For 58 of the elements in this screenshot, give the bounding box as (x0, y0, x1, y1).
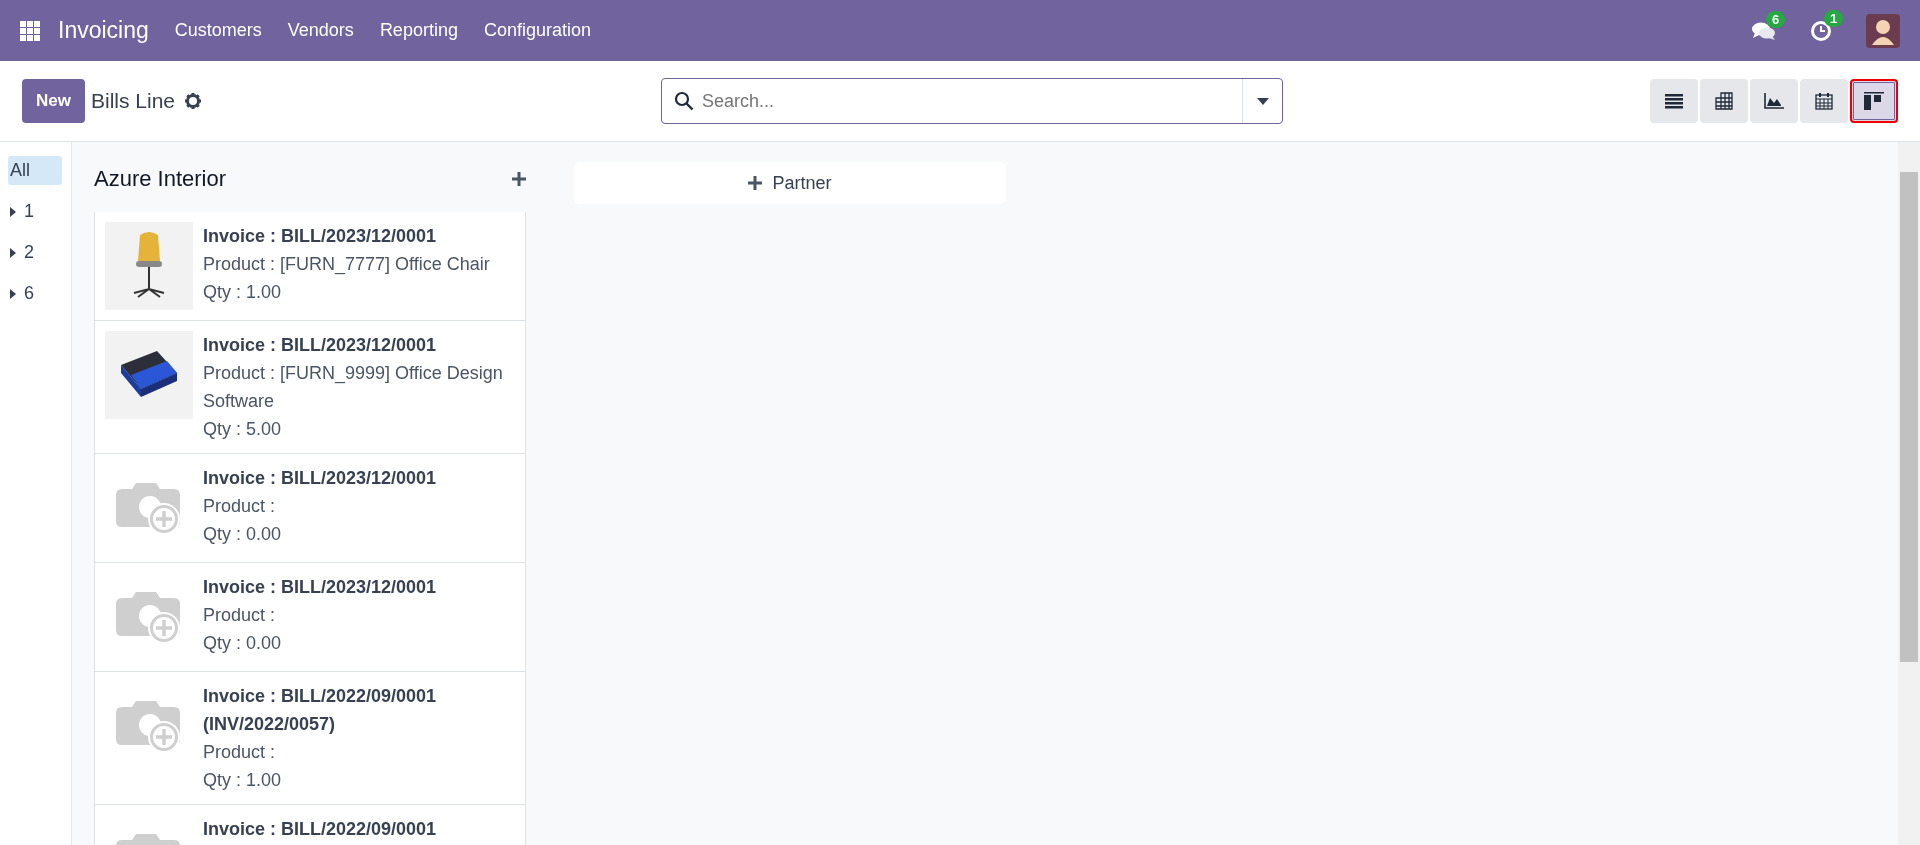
sidebar-item[interactable]: 2 (8, 238, 62, 267)
product-label: Product : (203, 741, 277, 764)
menu-item[interactable]: Customers (174, 20, 262, 41)
product-label: Product : (203, 495, 277, 518)
quantity-label: Qty : 5.00 (203, 418, 283, 441)
quantity-label: Qty : 1.00 (203, 769, 283, 792)
invoice-reference: Invoice : BILL/2023/12/0001 (203, 467, 437, 490)
plus-icon (512, 172, 526, 186)
kanban-card[interactable]: Invoice : BILL/2022/09/0001 (94, 804, 526, 845)
product-label: Product : (203, 604, 277, 627)
product-label: Product : [FURN_7777] Office Chair (203, 253, 490, 277)
quantity-label: Qty : 1.00 (203, 281, 283, 304)
clock-icon[interactable] (1810, 19, 1832, 42)
kanban-card[interactable]: Invoice : BILL/2023/12/0001 Product : [FURN_9999] Office Design Software Qty : 5.00 (94, 320, 526, 454)
view-switch-button[interactable] (1700, 79, 1748, 123)
kanban-card[interactable]: Invoice : BILL/2023/12/0001 Product : Qty : 0.00 (94, 562, 526, 672)
table-icon (1715, 92, 1733, 110)
menu-item[interactable]: Vendors (287, 20, 354, 41)
settings-icon[interactable] (185, 93, 201, 109)
view-switch-button[interactable] (1750, 79, 1798, 123)
quick-create-button[interactable] (512, 172, 526, 186)
column-title: Azure Interior (94, 166, 227, 192)
activity-count-badge: 1 (1824, 9, 1844, 27)
kanban-card[interactable]: Invoice : BILL/2022/09/0001 (INV/2022/0057) Product : Qty : 1.00 (94, 671, 526, 805)
invoice-reference: Invoice : BILL/2023/12/0001 (203, 334, 438, 357)
calendar-icon (1815, 92, 1833, 110)
caret-icon (1256, 97, 1269, 105)
sidebar-item[interactable]: All (8, 156, 62, 185)
view-switch-button[interactable] (1650, 79, 1698, 123)
kanban-card[interactable]: Invoice : BILL/2023/12/0001 Product : [FURN_7777] Office Chair Qty : 1.00 (94, 212, 526, 321)
quantity-label: Qty : 0.00 (203, 632, 283, 655)
plus-icon (748, 176, 763, 190)
menu-item[interactable]: Reporting (379, 20, 458, 41)
scrollbar[interactable] (1898, 142, 1920, 845)
view-title: Bills Line (90, 89, 175, 113)
search-icon (674, 91, 694, 111)
invoice-reference: Invoice : BILL/2022/09/0001 (203, 818, 437, 841)
product-label: Product : [FURN_9999] Office Design Software (203, 362, 504, 413)
menu-item[interactable]: Configuration (483, 20, 591, 41)
kanban-icon (1864, 92, 1884, 110)
search-field[interactable]: Search... (661, 78, 1283, 124)
list-icon (1665, 93, 1683, 109)
kanban-card[interactable]: Invoice : BILL/2023/12/0001 Product : Qty : 0.00 (94, 453, 526, 563)
new-button[interactable]: New (22, 79, 85, 123)
view-switch-button[interactable] (1850, 79, 1898, 123)
user-avatar[interactable] (1866, 13, 1900, 48)
quantity-label: Qty : 0.00 (203, 523, 283, 546)
sidebar-item[interactable]: 1 (8, 197, 62, 226)
invoice-reference: Invoice : BILL/2023/12/0001 (203, 576, 437, 599)
add-column-button[interactable]: Partner (574, 162, 1006, 204)
area-chart-icon (1764, 93, 1784, 109)
sidebar-item[interactable]: 6 (8, 279, 62, 308)
invoice-reference: Invoice : BILL/2022/09/0001 (INV/2022/0057) (203, 685, 438, 736)
message-count-badge: 6 (1766, 10, 1786, 28)
invoice-reference: Invoice : BILL/2023/12/0001 (203, 225, 438, 248)
app-name[interactable]: Invoicing (58, 17, 149, 44)
app-grid-icon[interactable] (20, 20, 40, 41)
view-switch-button[interactable] (1800, 79, 1848, 123)
